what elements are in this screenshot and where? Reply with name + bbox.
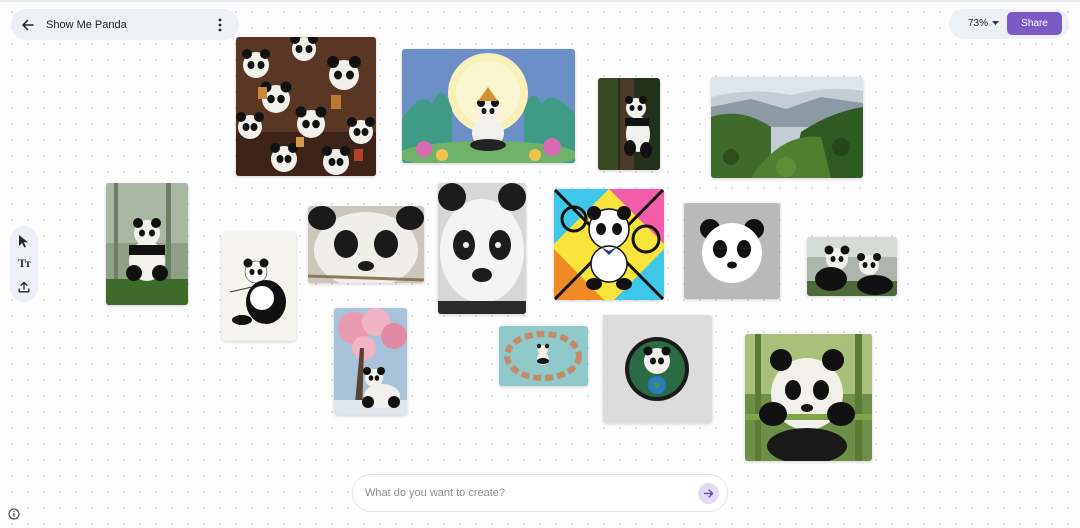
left-toolbar: Tт: [10, 226, 38, 302]
prompt-bar: [352, 474, 728, 512]
more-options-button[interactable]: [213, 16, 227, 34]
zoom-dropdown[interactable]: 73%: [968, 18, 1000, 29]
select-tool[interactable]: [14, 231, 34, 251]
image-panda-climbing-tree[interactable]: [598, 78, 660, 170]
upload-tool[interactable]: [14, 277, 34, 297]
image-panda-moon-meditation[interactable]: [402, 49, 575, 163]
caret-down-icon: [992, 21, 1000, 25]
info-icon[interactable]: [8, 508, 20, 520]
prompt-input[interactable]: [365, 487, 685, 499]
upload-icon: [18, 281, 30, 293]
image-panda-sitting-forest[interactable]: [106, 183, 188, 305]
arrow-left-icon: [22, 19, 34, 30]
image-panda-figurines[interactable]: [236, 37, 376, 176]
send-button[interactable]: [698, 483, 719, 504]
zoom-level: 73%: [968, 18, 989, 29]
image-panda-pop-art[interactable]: [554, 189, 664, 300]
project-header: Show Me Panda: [11, 9, 239, 40]
image-panda-pencil-portrait[interactable]: [438, 183, 526, 314]
top-right-controls: 73% Share: [949, 9, 1069, 39]
image-panda-cherry-blossom[interactable]: [334, 308, 407, 415]
cursor-arrow-icon: [19, 235, 28, 248]
image-panda-earth-logo[interactable]: [603, 315, 712, 423]
image-pandas-in-snow[interactable]: [807, 237, 897, 296]
back-button[interactable]: [13, 10, 43, 40]
text-tool[interactable]: Tт: [14, 254, 34, 274]
image-panda-eating-bamboo[interactable]: [745, 334, 872, 461]
more-vert-icon: [218, 18, 222, 32]
image-panda-ink-sketch[interactable]: [222, 232, 296, 341]
arrow-right-icon: [703, 489, 714, 498]
project-title[interactable]: Show Me Panda: [46, 19, 127, 31]
text-size-icon: Tт: [18, 256, 31, 271]
image-panda-face-painting[interactable]: [308, 206, 424, 283]
image-panda-icon-gray[interactable]: [684, 203, 780, 299]
top-border: [0, 0, 1080, 2]
image-forest-valley[interactable]: [711, 77, 863, 178]
share-button[interactable]: Share: [1007, 12, 1062, 35]
image-panda-hands-circle[interactable]: [499, 326, 588, 386]
